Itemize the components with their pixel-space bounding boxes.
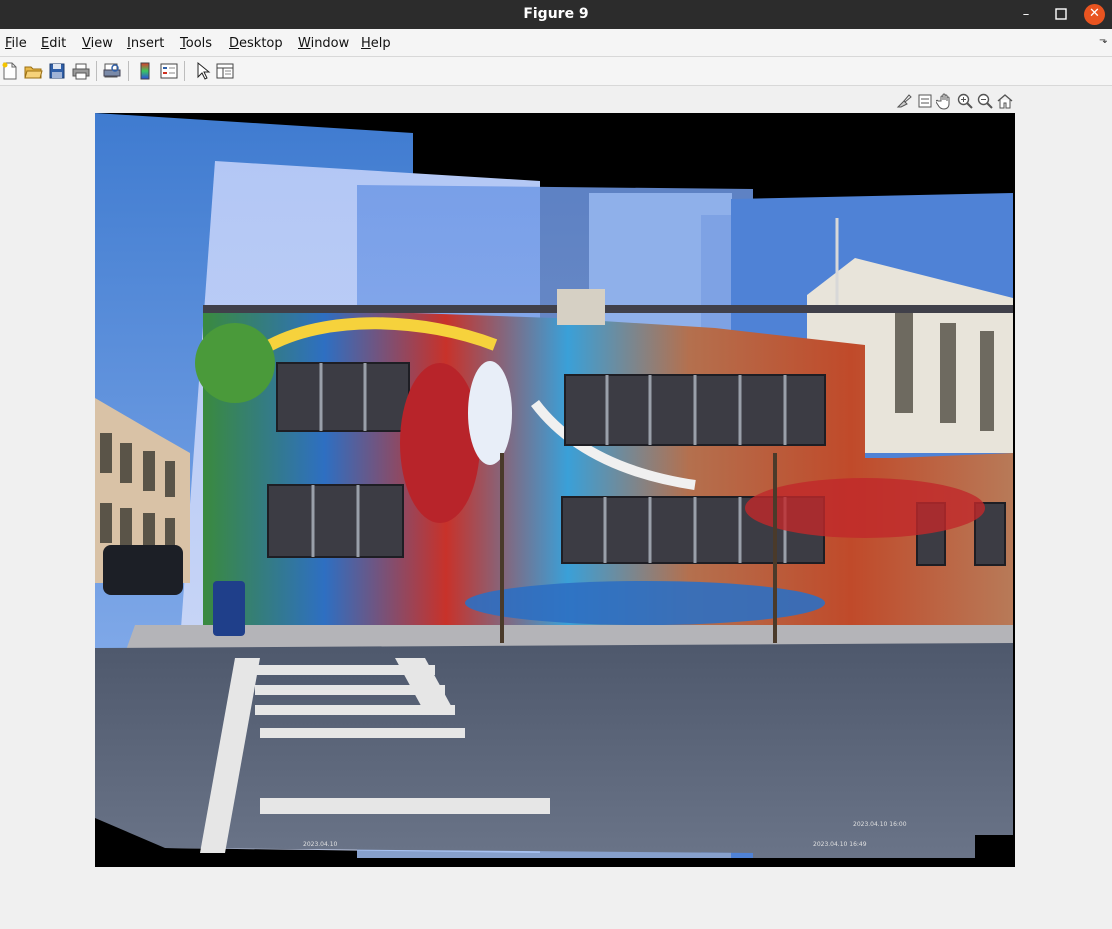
roof-line xyxy=(203,305,1013,313)
maximize-icon xyxy=(1055,8,1067,20)
print-icon[interactable] xyxy=(71,61,91,81)
mural-dancer-shirt xyxy=(468,361,512,465)
toolbar-separator xyxy=(128,61,129,81)
stitched-panorama-graphic xyxy=(95,113,1013,858)
menu-help[interactable]: Help xyxy=(361,36,391,51)
mural-waves xyxy=(465,581,825,625)
brush-icon[interactable] xyxy=(895,92,913,110)
photo-timestamp: 2023.04.10 16:00 xyxy=(853,821,907,828)
minimize-button[interactable]: – xyxy=(1010,0,1042,29)
menu-insert[interactable]: Insert xyxy=(127,36,164,51)
open-file-icon[interactable] xyxy=(23,61,43,81)
title-bar: Figure 9 – ✕ xyxy=(0,0,1112,29)
photo-timestamp: 2023.04.10 16:49 xyxy=(813,841,867,848)
menu-edit[interactable]: Edit xyxy=(41,36,66,51)
maximize-button[interactable] xyxy=(1045,0,1077,29)
pan-hand-icon[interactable] xyxy=(936,92,954,110)
data-tips-icon[interactable] xyxy=(916,92,934,110)
menu-window[interactable]: Window xyxy=(298,36,349,51)
rooftop-unit xyxy=(557,289,605,325)
mailbox xyxy=(213,581,245,636)
zoom-in-icon[interactable] xyxy=(956,92,974,110)
mural-dancer-dress xyxy=(400,363,480,523)
menu-desktop[interactable]: Desktop xyxy=(229,36,283,51)
mural-butterfly-wings xyxy=(745,478,985,538)
figure-toolbar xyxy=(0,57,1112,86)
menu-tools[interactable]: Tools xyxy=(180,36,212,51)
window-title: Figure 9 xyxy=(523,6,589,22)
photo-timestamp: 2023.04.10 xyxy=(303,841,338,848)
print-preview-icon[interactable] xyxy=(102,61,122,81)
menu-view[interactable]: View xyxy=(82,36,113,51)
insert-colorbar-icon[interactable] xyxy=(135,61,155,81)
property-inspector-icon[interactable] xyxy=(215,61,235,81)
parked-car xyxy=(103,545,183,595)
close-button[interactable]: ✕ xyxy=(1084,4,1105,25)
panorama-image: 2023.04.10 16:00 2023.04.10 16:49 2023.0… xyxy=(95,113,1015,867)
toolbar-separator xyxy=(96,61,97,81)
restore-view-home-icon[interactable] xyxy=(996,92,1014,110)
insert-legend-icon[interactable] xyxy=(159,61,179,81)
zoom-out-icon[interactable] xyxy=(976,92,994,110)
menu-bar: File Edit View Insert Tools Desktop Wind… xyxy=(0,29,1112,57)
mural-tree xyxy=(195,323,275,403)
save-icon[interactable] xyxy=(47,61,67,81)
toolbar-separator xyxy=(184,61,185,81)
edit-plot-arrow-icon[interactable] xyxy=(192,61,212,81)
new-figure-icon[interactable] xyxy=(0,61,20,81)
menu-file[interactable]: File xyxy=(5,36,27,51)
dock-figure-icon[interactable]: ⬎ xyxy=(1099,35,1107,46)
